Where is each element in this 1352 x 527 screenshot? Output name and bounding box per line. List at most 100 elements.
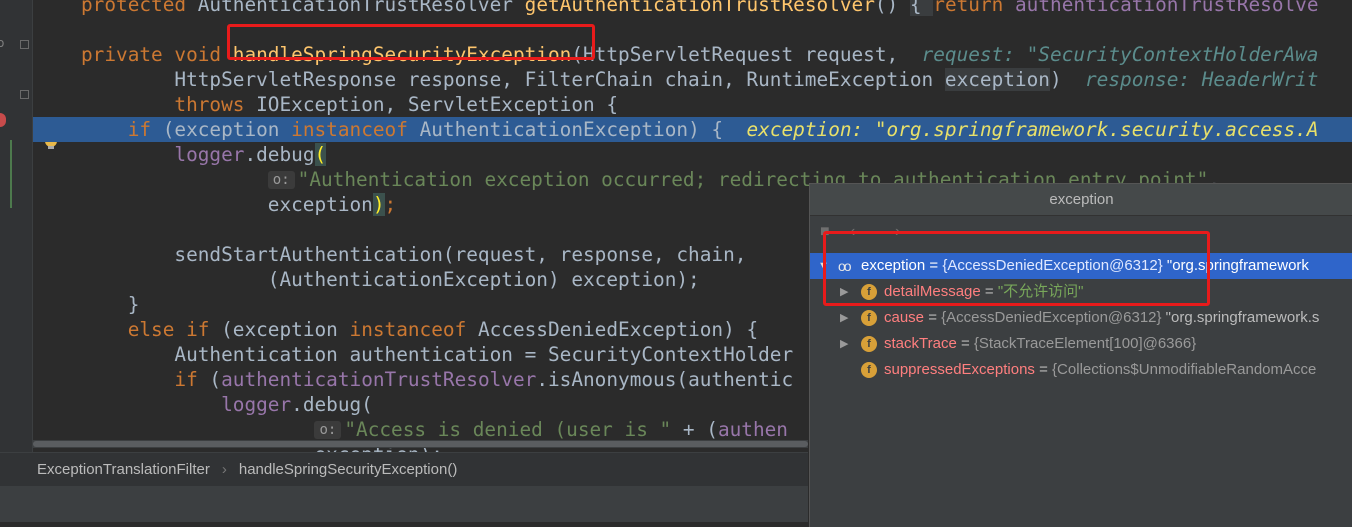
variable-row-stackTrace[interactable]: ▶ f stackTrace = {StackTraceElement[100]@6… [810,331,1352,357]
equals-sign: = [956,335,974,352]
code-text: protected AuthenticationTrustResolver ge… [81,0,1319,17]
code-token: return [933,0,1015,16]
equals-sign: = [1034,361,1053,378]
code-token: IOException, ServletException { [256,93,619,116]
code-text: sendStartAuthentication(request, respons… [81,242,746,267]
code-token: protected [81,0,198,16]
code-token: authen [717,418,788,441]
code-text: if (authenticationTrustResolver.isAnonym… [81,367,793,392]
code-token: { [909,0,934,16]
inline-debug-value: request: "SecurityContextHolderAwa [921,43,1319,66]
editor-gutter: o [0,0,33,452]
breakpoint-icon[interactable] [0,113,6,127]
code-text: throws IOException, ServletException { [81,92,618,117]
code-token: getAuthenticationTrustResolver [524,0,875,16]
annotation-box-method [227,24,595,60]
breadcrumb-method[interactable]: handleSpringSecurityException() [239,461,457,478]
tool-window-area [0,486,808,526]
parameter-hint: o: [267,171,295,189]
code-token: (HttpServletRequest request, [571,43,922,66]
annotation-box-variable [823,231,1210,306]
code-line[interactable]: protected AuthenticationTrustResolver ge… [33,0,1352,17]
code-token: + ( [671,418,718,441]
code-token: private void [81,43,233,66]
code-token: .debug [244,143,315,166]
variable-name: suppressedExceptions [884,361,1035,378]
variable-name: cause [884,309,925,326]
code-token: AuthenticationTrustResolver [197,0,525,16]
scrollbar-thumb[interactable] [33,441,808,447]
code-token: ; [384,193,397,216]
code-token: throws [81,93,257,116]
code-line[interactable]: HttpServletResponse response, FilterChai… [33,67,1352,92]
breadcrumb: ExceptionTranslationFilter › handleSprin… [0,452,808,486]
code-token: logger [81,393,292,416]
code-token: () [874,0,910,16]
field-icon: f [861,310,877,326]
code-text: logger.debug( [81,392,373,417]
breadcrumb-class[interactable]: ExceptionTranslationFilter [37,461,210,478]
code-text: HttpServletResponse response, FilterChai… [81,67,1318,92]
code-token: if [81,118,163,141]
code-token: sendStartAuthentication(request, respons… [81,243,747,266]
gutter-override-icon: o [0,36,5,50]
code-token: ( [209,368,222,391]
tool-window-bar [0,522,808,526]
code-token: (AuthenticationException) exception); [81,268,700,291]
code-token: ) [372,193,385,216]
code-token: "Access is denied (user is " [344,418,672,441]
variable-name: stackTrace [884,335,957,352]
popup-title: exception [810,184,1352,216]
code-token: instanceof [349,318,478,341]
variable-row-suppressedExceptions[interactable]: f suppressedExceptions = {Collections$Unm… [810,357,1352,383]
code-token: logger [81,143,245,166]
code-token: AuthenticationException) { [419,118,747,141]
variable-type: {AccessDeniedException@6312} [941,309,1162,326]
expand-arrow-icon[interactable]: ▶ [840,305,848,331]
code-text: o: "Access is denied (user is " + (authen [81,417,788,442]
fold-marker[interactable] [20,40,29,49]
variable-text: cause = {AccessDeniedException@6312} "or… [884,305,1319,331]
code-text: else if (exception instanceof AccessDeni… [81,317,758,342]
code-token: (exception [221,318,350,341]
code-token: authenticationTrustResolve [1015,0,1319,16]
code-token: HttpServletResponse response, FilterChai… [81,68,945,91]
code-token: Authentication authentication = Security… [81,343,794,366]
code-line[interactable]: if (exception instanceof AuthenticationE… [33,117,1352,142]
code-token: } [81,293,140,316]
code-token: exception [944,68,1050,91]
variable-value: "org.springframework.s [1161,309,1320,326]
code-token: authenticationTrustResolver [221,368,537,391]
code-token: .debug( [291,393,373,416]
code-token: exception [81,193,373,216]
vcs-change-marker [10,140,12,208]
code-token: else if [81,318,222,341]
code-text: (AuthenticationException) exception); [81,267,700,292]
code-text: Authentication authentication = Security… [81,342,793,367]
code-token: AccessDeniedException) { [477,318,759,341]
inline-debug-value: exception: "org.springframework.security… [746,118,1319,141]
variable-type: {Collections$UnmodifiableRandomAcce [1052,361,1317,378]
code-token: ( [314,143,327,166]
code-line[interactable]: logger.debug( [33,142,1352,167]
code-line[interactable]: throws IOException, ServletException { [33,92,1352,117]
field-icon: f [861,336,877,352]
code-token: if [81,368,210,391]
code-token: (exception [162,118,292,141]
code-text: if (exception instanceof AuthenticationE… [81,117,1319,142]
expand-arrow-icon[interactable]: ▶ [840,331,848,357]
field-icon: f [861,362,877,378]
code-text: exception); [81,192,396,217]
code-text: logger.debug( [81,142,327,167]
equals-sign: = [924,309,942,326]
variable-text: suppressedExceptions = {Collections$Unmo… [884,357,1316,383]
variable-row-cause[interactable]: ▶ f cause = {AccessDeniedException@6312} "… [810,305,1352,331]
code-text: } [81,292,140,317]
variable-text: stackTrace = {StackTraceElement[100]@636… [884,331,1196,357]
horizontal-scrollbar[interactable] [33,440,808,448]
variable-type: {StackTraceElement[100]@6366} [973,335,1197,352]
code-token: ) [1049,68,1085,91]
fold-marker[interactable] [20,90,29,99]
